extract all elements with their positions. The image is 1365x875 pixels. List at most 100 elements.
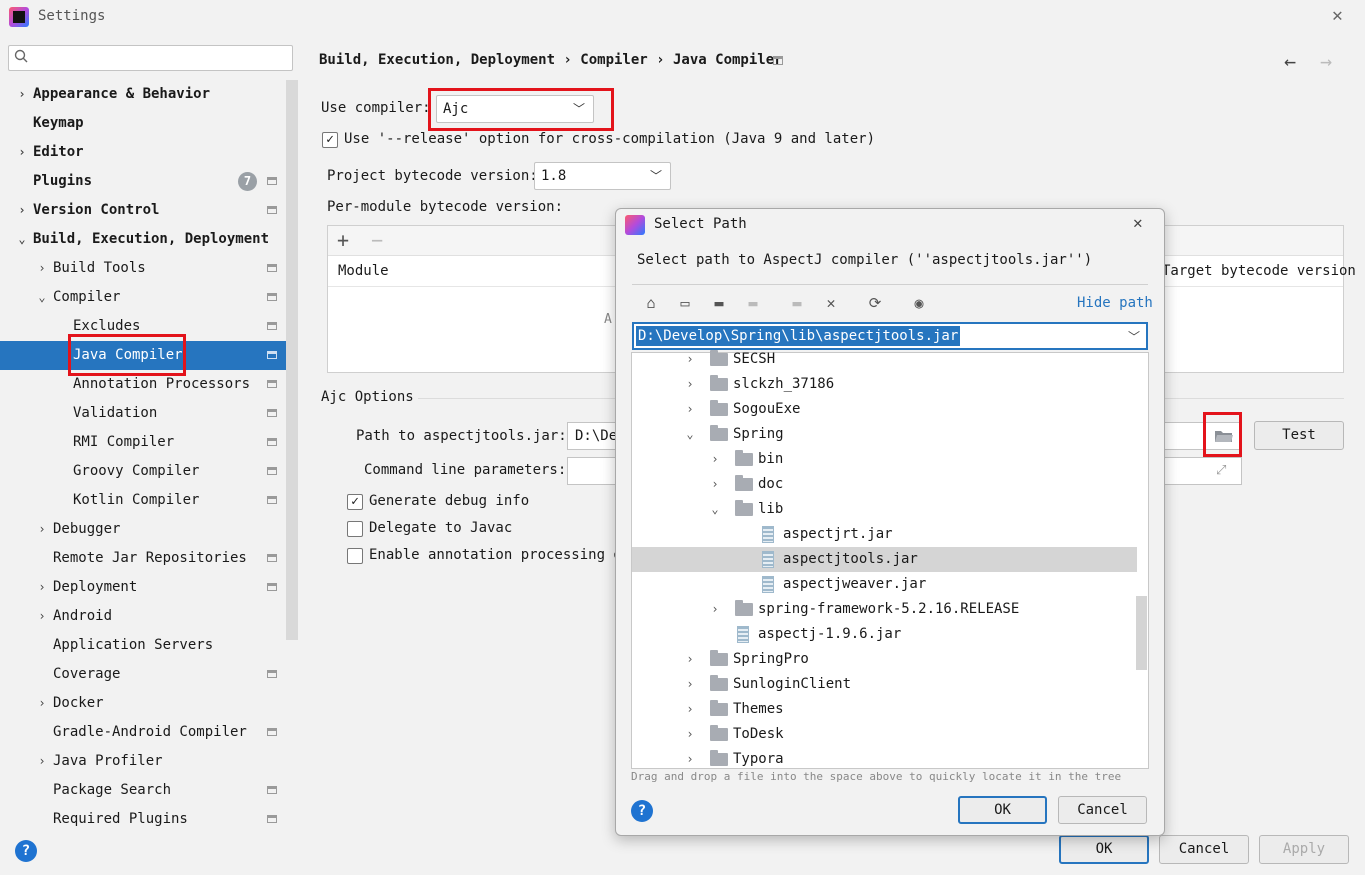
generate-debug-checkbox[interactable]: ✓ — [347, 494, 363, 510]
sidebar-item-application-servers[interactable]: Application Servers — [0, 631, 286, 660]
folder-item[interactable]: › Themes — [632, 697, 1137, 722]
chevron-right-icon[interactable]: › — [35, 747, 49, 776]
chevron-down-icon[interactable]: ⌄ — [15, 225, 29, 254]
desktop-icon[interactable]: ▭ — [674, 292, 696, 314]
module-column-header[interactable]: Module — [338, 263, 389, 279]
chevron-right-icon[interactable]: › — [35, 602, 49, 631]
folder-item[interactable]: ⌄ lib — [632, 497, 1137, 522]
sidebar-item-compiler[interactable]: ⌄ Compiler — [0, 283, 286, 312]
chevron-down-icon[interactable]: ⌄ — [35, 283, 49, 312]
forward-arrow-icon[interactable]: → — [1320, 49, 1332, 73]
file-item[interactable]: aspectj-1.9.6.jar — [632, 622, 1137, 647]
dialog-ok-button[interactable]: OK — [958, 796, 1047, 824]
folder-item[interactable]: › bin — [632, 447, 1137, 472]
folder-item[interactable]: › doc — [632, 472, 1137, 497]
sidebar-item-build-tools[interactable]: › Build Tools — [0, 254, 286, 283]
sidebar-item-version-control[interactable]: › Version Control — [0, 196, 286, 225]
delete-icon[interactable]: ✕ — [820, 292, 842, 314]
folder-item[interactable]: › slckzh_37186 — [632, 372, 1137, 397]
test-button[interactable]: Test — [1254, 421, 1344, 450]
chevron-right-icon[interactable]: › — [684, 747, 696, 772]
dialog-cancel-button[interactable]: Cancel — [1058, 796, 1147, 824]
show-hidden-icon[interactable]: ◉ — [908, 292, 930, 314]
sidebar-item-groovy-compiler[interactable]: Groovy Compiler — [0, 457, 286, 486]
delegate-javac-checkbox[interactable] — [347, 521, 363, 537]
project-folder-icon[interactable]: ▬ — [708, 292, 730, 314]
sidebar-item-coverage[interactable]: Coverage — [0, 660, 286, 689]
chevron-right-icon[interactable]: › — [709, 597, 721, 622]
dialog-help-icon[interactable]: ? — [631, 800, 653, 822]
folder-item[interactable]: ⌄ Spring — [632, 422, 1137, 447]
chevron-right-icon[interactable]: › — [15, 80, 29, 109]
file-item[interactable]: aspectjtools.jar — [632, 547, 1137, 572]
chevron-right-icon[interactable]: › — [684, 722, 696, 747]
folder-item[interactable]: › Typora — [632, 747, 1137, 772]
chevron-down-icon[interactable]: ﹀ — [1128, 328, 1140, 345]
settings-search-input[interactable] — [8, 45, 293, 71]
chevron-right-icon[interactable]: › — [684, 347, 696, 372]
file-item[interactable]: aspectjrt.jar — [632, 522, 1137, 547]
chevron-right-icon[interactable]: › — [15, 196, 29, 225]
sidebar-scrollbar[interactable] — [286, 80, 298, 640]
hide-path-link[interactable]: Hide path — [1077, 295, 1153, 311]
chevron-right-icon[interactable]: › — [35, 689, 49, 718]
chevron-right-icon[interactable]: › — [684, 397, 696, 422]
back-arrow-icon[interactable]: ← — [1284, 49, 1296, 73]
file-tree-scrollbar[interactable] — [1136, 596, 1147, 670]
sidebar-item-build-execution-deployment[interactable]: ⌄ Build, Execution, Deployment — [0, 225, 286, 254]
sidebar-item-deployment[interactable]: › Deployment — [0, 573, 286, 602]
chevron-right-icon[interactable]: › — [684, 372, 696, 397]
add-icon[interactable]: + — [337, 228, 349, 252]
chevron-right-icon[interactable]: › — [709, 447, 721, 472]
chevron-right-icon[interactable]: › — [684, 697, 696, 722]
file-item[interactable]: aspectjweaver.jar — [632, 572, 1137, 597]
remove-icon[interactable]: − — [371, 228, 383, 252]
release-option-checkbox[interactable]: ✓ — [322, 132, 338, 148]
annotation-processing-checkbox[interactable] — [347, 548, 363, 564]
sidebar-item-remote-jar-repositories[interactable]: Remote Jar Repositories — [0, 544, 286, 573]
folder-item[interactable]: › ToDesk — [632, 722, 1137, 747]
sidebar-item-validation[interactable]: Validation — [0, 399, 286, 428]
folder-icon — [710, 750, 728, 766]
chevron-down-icon[interactable]: ⌄ — [709, 497, 721, 522]
sidebar-item-gradle-android-compiler[interactable]: Gradle-Android Compiler — [0, 718, 286, 747]
sidebar-item-editor[interactable]: › Editor — [0, 138, 286, 167]
sidebar-item-docker[interactable]: › Docker — [0, 689, 286, 718]
target-column-header[interactable]: Target bytecode version — [1162, 263, 1356, 279]
folder-item[interactable]: › SogouExe — [632, 397, 1137, 422]
cancel-button[interactable]: Cancel — [1159, 835, 1249, 864]
chevron-down-icon[interactable]: ⌄ — [684, 422, 696, 447]
module-folder-icon[interactable]: ▬ — [742, 292, 764, 314]
apply-button[interactable]: Apply — [1259, 835, 1349, 864]
folder-item[interactable]: › SunloginClient — [632, 672, 1137, 697]
sidebar-item-keymap[interactable]: Keymap — [0, 109, 286, 138]
sidebar-item-android[interactable]: › Android — [0, 602, 286, 631]
chevron-right-icon[interactable]: › — [709, 472, 721, 497]
sidebar-item-plugins[interactable]: Plugins 7 — [0, 167, 286, 196]
new-folder-icon[interactable]: ▬ — [786, 292, 808, 314]
chevron-right-icon[interactable]: › — [35, 254, 49, 283]
home-icon[interactable]: ⌂ — [640, 292, 662, 314]
sidebar-item-java-profiler[interactable]: › Java Profiler — [0, 747, 286, 776]
expand-icon[interactable]: ⤢ — [1216, 463, 1226, 478]
sidebar-item-debugger[interactable]: › Debugger — [0, 515, 286, 544]
sidebar-item-kotlin-compiler[interactable]: Kotlin Compiler — [0, 486, 286, 515]
folder-item[interactable]: › SpringPro — [632, 647, 1137, 672]
window-close-icon[interactable]: ✕ — [1332, 5, 1343, 26]
ok-button[interactable]: OK — [1059, 835, 1149, 864]
sidebar-item-rmi-compiler[interactable]: RMI Compiler — [0, 428, 286, 457]
dialog-close-icon[interactable]: ✕ — [1133, 213, 1143, 232]
refresh-icon[interactable]: ⟳ — [864, 292, 886, 314]
chevron-right-icon[interactable]: › — [35, 573, 49, 602]
sidebar-item-package-search[interactable]: Package Search — [0, 776, 286, 805]
chevron-right-icon[interactable]: › — [684, 647, 696, 672]
folder-item[interactable]: › SECSH — [632, 347, 1137, 372]
bytecode-version-select[interactable]: 1.8 ﹀ — [534, 162, 671, 190]
chevron-right-icon[interactable]: › — [35, 515, 49, 544]
help-icon[interactable]: ? — [15, 840, 37, 862]
chevron-right-icon[interactable]: › — [15, 138, 29, 167]
sidebar-item-required-plugins[interactable]: Required Plugins — [0, 805, 286, 834]
chevron-right-icon[interactable]: › — [684, 672, 696, 697]
folder-item[interactable]: › spring-framework-5.2.16.RELEASE — [632, 597, 1137, 622]
sidebar-item-appearance-behavior[interactable]: › Appearance & Behavior — [0, 80, 286, 109]
